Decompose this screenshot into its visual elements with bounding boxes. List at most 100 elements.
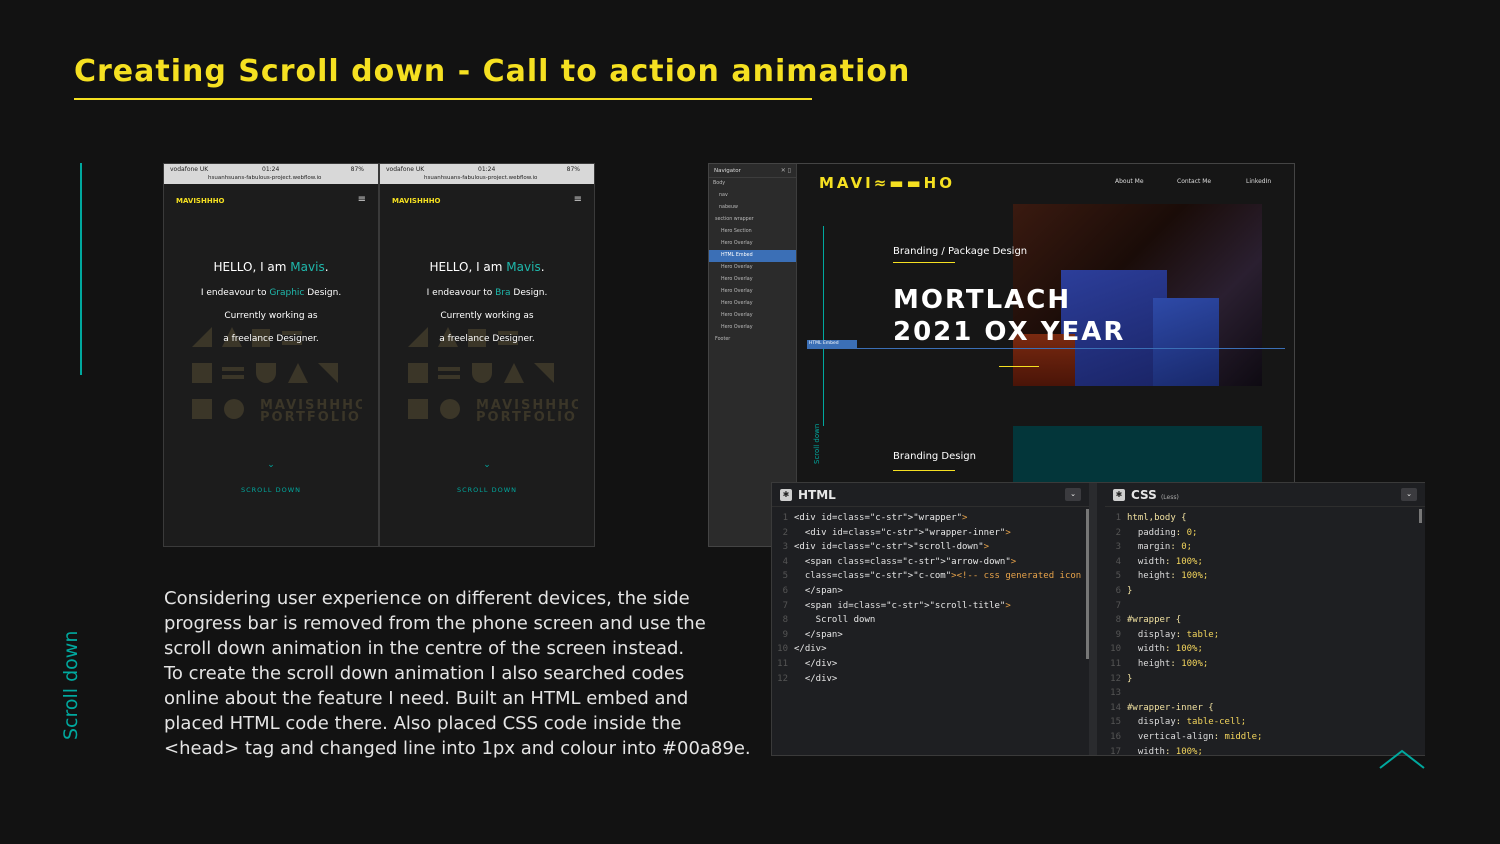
- code-line: 8 #wrapper {: [1115, 615, 1182, 626]
- code-line: 9 display: table;: [1115, 629, 1220, 640]
- hero-endeavour: I endeavour to Graphic Design.: [200, 288, 342, 298]
- css-panel: ✱ CSS (Less) ⌄ 1 html,body { 2 padding: 0;…: [1105, 483, 1425, 755]
- battery: 87%: [566, 166, 580, 173]
- code-line: 15 display: table-cell;: [1110, 717, 1247, 728]
- navigator-item[interactable]: HTML Embed: [709, 250, 796, 262]
- navigator-item[interactable]: nav: [709, 190, 796, 202]
- scrollbar[interactable]: [1419, 509, 1422, 523]
- url-bar[interactable]: hsuanhsuans-fabulous-project.webflow.io: [208, 175, 321, 181]
- navigator-header: Navigator ✕ ▯: [709, 164, 796, 178]
- nav-link-about[interactable]: About Me: [1115, 178, 1144, 185]
- nav-link-linkedin[interactable]: LinkedIn: [1246, 178, 1271, 185]
- scroll-down-link[interactable]: SCROLL DOWN: [164, 486, 378, 494]
- gear-icon[interactable]: ✱: [780, 489, 792, 501]
- code-line: 1 <div id=class="c-str">"wrapper">: [782, 513, 968, 523]
- close-icon[interactable]: ✕ ▯: [781, 167, 791, 174]
- code-line: 7 <span id=class="c-str">"scroll-title">: [782, 600, 1011, 611]
- code-line: 14 #wrapper-inner {: [1110, 702, 1214, 713]
- code-editor: ✱ HTML ⌄ 1 <div id=class="c-str">"wrapper…: [771, 482, 1425, 756]
- code-line: 4 width: 100%;: [1115, 556, 1203, 567]
- code-line: 6 </span>: [782, 585, 843, 596]
- scrollbar[interactable]: [1086, 509, 1089, 659]
- phone-screenshot-1: vodafone UK 01:24 87% hsuanhsuans-fabulo…: [163, 163, 379, 547]
- code-line: 2 <div id=class="c-str">"wrapper-inner">: [782, 527, 1011, 538]
- code-line: 10 width: 100%;: [1110, 644, 1203, 655]
- url-bar[interactable]: hsuanhsuans-fabulous-project.webflow.io: [424, 175, 537, 181]
- code-line: 17 width: 100%;: [1110, 746, 1203, 756]
- code-line: 9 </span>: [782, 629, 843, 640]
- clock: 01:24: [478, 166, 496, 173]
- collapse-chevron-icon[interactable]: ⌄: [1401, 488, 1417, 501]
- hero-working: Currently working as: [440, 311, 534, 321]
- side-label: Scroll down: [60, 630, 82, 740]
- navigator-item[interactable]: Hero Overlay: [709, 238, 796, 250]
- portfolio-name-2: PORTFOLIO: [476, 410, 577, 425]
- code-line: 7: [1115, 600, 1121, 611]
- category-underline: [893, 262, 955, 263]
- navigator-item[interactable]: Hero Overlay: [709, 262, 796, 274]
- hero-freelance: a freelance Designer.: [223, 334, 319, 344]
- box-image: [1153, 298, 1219, 386]
- hero-greeting: HELLO, I am Mavis.: [213, 260, 329, 274]
- navigator-item[interactable]: nabeuw: [709, 202, 796, 214]
- carrier: vodafone UK: [386, 166, 425, 173]
- code-line: 16 vertical-align: middle;: [1110, 731, 1263, 742]
- navigator-item[interactable]: Hero Overlay: [709, 274, 796, 286]
- battery: 87%: [350, 166, 364, 173]
- description-text: Considering user experience on different…: [164, 588, 751, 759]
- project-headline[interactable]: MORTLACH 2021 OX YEAR: [893, 284, 1125, 348]
- site-logo[interactable]: MAVISHHHO: [176, 197, 225, 205]
- code-line: 12 </div>: [777, 673, 838, 684]
- phone-screenshot-2: vodafone UK 01:24 87% hsuanhsuans-fabulo…: [379, 163, 595, 547]
- site-logo[interactable]: MAVI≈▬▬HO: [819, 174, 955, 192]
- headline-underline: [999, 366, 1039, 367]
- chevron-up-icon[interactable]: [1378, 748, 1426, 770]
- hero-greeting: HELLO, I am Mavis.: [429, 260, 545, 274]
- gear-icon[interactable]: ✱: [1113, 489, 1125, 501]
- code-line: 12}: [1110, 673, 1133, 684]
- html-panel: ✱ HTML ⌄ 1 <div id=class="c-str">"wrapper…: [772, 483, 1097, 755]
- html-embed-selection[interactable]: [807, 348, 1285, 349]
- navigator-item[interactable]: Hero Section: [709, 226, 796, 238]
- slide-title: Creating Scroll down - Call to action an…: [74, 54, 911, 89]
- navigator-item[interactable]: Hero Overlay: [709, 298, 796, 310]
- code-line: 13: [1110, 688, 1121, 699]
- site-logo[interactable]: MAVISHHHO: [392, 197, 441, 205]
- navigator-item[interactable]: Footer: [709, 334, 796, 346]
- css-code-body[interactable]: 1 html,body {2 padding: 0; 3 margin: 0; 4 w…: [1105, 511, 1262, 755]
- chevron-down-icon[interactable]: ⌄: [164, 460, 378, 470]
- phone-status-bar: vodafone UK 01:24 87% hsuanhsuans-fabulo…: [380, 164, 594, 184]
- hamburger-menu-icon[interactable]: ≡: [574, 194, 582, 205]
- project-category-2: Branding Design: [893, 451, 976, 462]
- side-progress-line: [80, 163, 82, 375]
- scroll-progress-line: [823, 226, 824, 426]
- vertical-scroll-text: Scroll down: [813, 423, 821, 464]
- hamburger-menu-icon[interactable]: ≡: [358, 194, 366, 205]
- category-underline: [893, 470, 955, 471]
- navigator-item[interactable]: Hero Overlay: [709, 286, 796, 298]
- code-line: 1 html,body {: [1115, 513, 1187, 523]
- title-underline: [74, 98, 812, 100]
- hero-working: Currently working as: [224, 311, 318, 321]
- chevron-down-icon[interactable]: ⌄: [380, 460, 594, 470]
- code-line: 5 height: 100%;: [1115, 571, 1209, 582]
- navigator-item[interactable]: Hero Overlay: [709, 322, 796, 334]
- css-panel-header: ✱ CSS (Less) ⌄: [1105, 483, 1425, 507]
- hero-freelance: a freelance Designer.: [439, 334, 535, 344]
- code-line: 5 class=class="c-str">"c-com"><!-- css g…: [782, 571, 1097, 582]
- code-line: 11 </div>: [777, 658, 838, 669]
- code-line: 2 padding: 0;: [1115, 527, 1198, 538]
- navigator-item[interactable]: section wrapper: [709, 214, 796, 226]
- html-code-body[interactable]: 1 <div id=class="c-str">"wrapper"> 2 <div …: [772, 511, 1097, 686]
- scroll-down-link[interactable]: SCROLL DOWN: [380, 486, 594, 494]
- code-line: 11 height: 100%;: [1110, 658, 1209, 669]
- collapse-chevron-icon[interactable]: ⌄: [1065, 488, 1081, 501]
- navigator-item[interactable]: Body: [709, 178, 796, 190]
- navigator-item[interactable]: Hero Overlay: [709, 310, 796, 322]
- nav-link-contact[interactable]: Contact Me: [1177, 178, 1211, 185]
- carrier: vodafone UK: [170, 166, 209, 173]
- code-line: 8 Scroll down: [782, 615, 876, 626]
- clock: 01:24: [262, 166, 280, 173]
- html-embed-tag[interactable]: HTML Embed: [807, 340, 857, 348]
- code-line: 4 <span class=class="c-str">"arrow-down"…: [782, 556, 1017, 567]
